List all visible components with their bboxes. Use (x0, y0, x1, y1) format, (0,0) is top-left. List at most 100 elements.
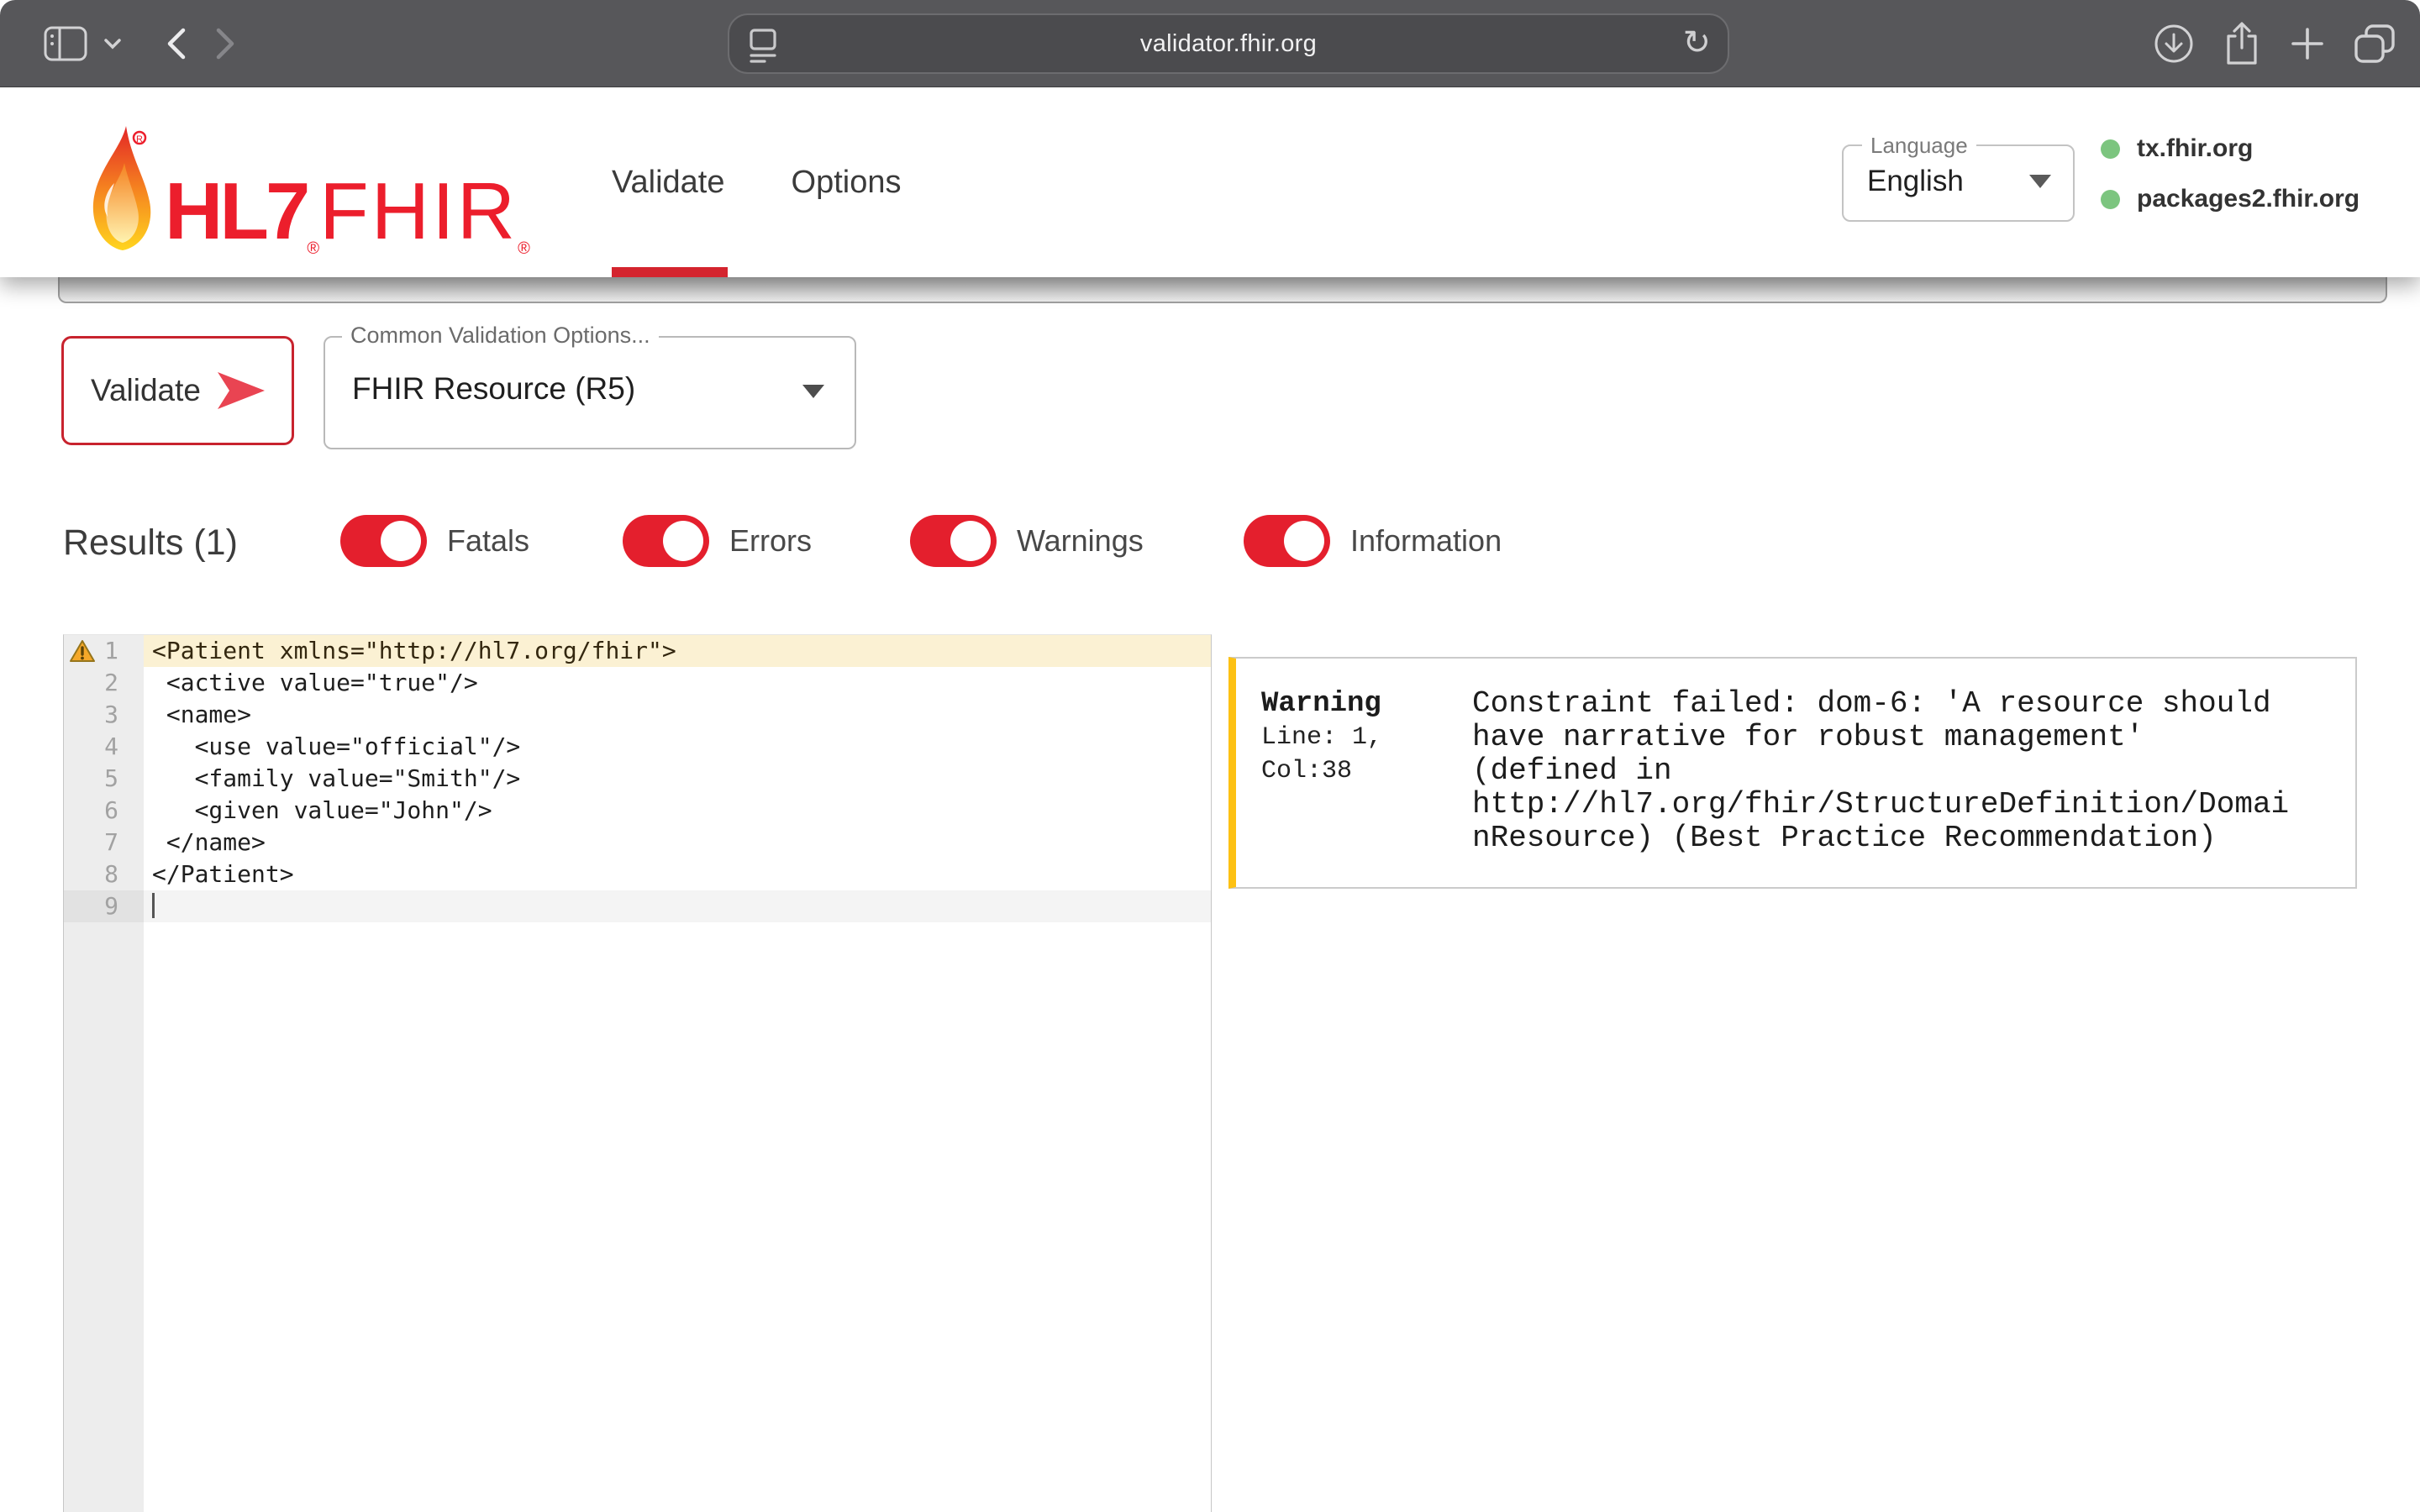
code-text: </name> (144, 827, 1211, 858)
tab-validate[interactable]: Validate (612, 165, 725, 201)
code-line-9[interactable]: 9 (64, 890, 1211, 922)
language-select[interactable]: Language English (1842, 144, 2075, 222)
code-line-4[interactable]: 4 <use value="official"/> (64, 731, 1211, 763)
warning-line-location: Line: 1, (1261, 721, 1472, 754)
line-number: 6 (64, 795, 144, 827)
server-status-row: tx.fhir.org (2101, 134, 2360, 163)
line-number: 2 (64, 667, 144, 699)
line-number: 7 (64, 827, 144, 858)
line-number: 4 (64, 731, 144, 763)
code-text: <use value="official"/> (144, 731, 1211, 763)
code-line-6[interactable]: 6 <given value="John"/> (64, 795, 1211, 827)
code-line-7[interactable]: 7 </name> (64, 827, 1211, 858)
code-text: <Patient xmlns="http://hl7.org/fhir"> (144, 635, 1211, 667)
validate-arrow-icon (218, 372, 265, 409)
svg-text:R: R (136, 134, 143, 144)
status-dot-icon (2101, 190, 2120, 209)
hl7-fhir-logo: R HL7®FHIR® (89, 124, 530, 252)
toggle-warnings[interactable] (910, 515, 997, 567)
reload-icon[interactable]: ↻ (1682, 24, 1711, 62)
toggle-group-information: Information (1244, 504, 1502, 567)
sidebar-icon[interactable] (44, 26, 87, 61)
text-cursor (152, 893, 155, 918)
logo-fhir-text: FHIR (319, 171, 518, 252)
forward-icon[interactable] (215, 27, 237, 60)
address-bar[interactable]: validator.fhir.org ↻ (728, 13, 1729, 74)
line-number: 8 (64, 858, 144, 890)
validation-warning-card: Warning Line: 1, Col:38 Constraint faile… (1228, 657, 2357, 889)
validate-button-label: Validate (91, 373, 201, 408)
share-icon[interactable] (2222, 21, 2262, 66)
line-number: 1 (64, 635, 144, 667)
active-tab-underline (612, 267, 728, 277)
language-value: English (1867, 165, 1964, 198)
code-text: <given value="John"/> (144, 795, 1211, 827)
validation-options-select[interactable]: Common Validation Options... FHIR Resour… (324, 336, 856, 449)
new-tab-icon[interactable] (2289, 25, 2326, 62)
warning-message: Constraint failed: dom-6: 'A resource sh… (1472, 687, 2296, 887)
server-status-list: tx.fhir.org packages2.fhir.org (2101, 134, 2360, 213)
toggle-information[interactable] (1244, 515, 1330, 567)
line-number: 3 (64, 699, 144, 731)
server-label: tx.fhir.org (2137, 134, 2253, 163)
code-line-2[interactable]: 2 <active value="true"/> (64, 667, 1211, 699)
server-label: packages2.fhir.org (2137, 185, 2360, 213)
logo-registered-mark: ® (518, 240, 530, 257)
code-line-8[interactable]: 8</Patient> (64, 858, 1211, 890)
warning-col-location: Col:38 (1261, 754, 1472, 788)
toggle-fatals[interactable] (340, 515, 427, 567)
code-text: <family value="Smith"/> (144, 763, 1211, 795)
page: validator.fhir.org ↻ (0, 0, 2420, 1512)
toggle-knob (950, 521, 991, 561)
language-legend: Language (1862, 133, 1976, 159)
code-text: <name> (144, 699, 1211, 731)
chevron-down-icon[interactable] (104, 38, 121, 50)
warning-severity-label: Warning (1261, 687, 1472, 721)
main-nav: Validate Options (612, 87, 901, 277)
code-editor[interactable]: 1<Patient xmlns="http://hl7.org/fhir">2 … (63, 634, 1212, 1512)
toggle-label: Fatals (447, 523, 529, 559)
back-icon[interactable] (165, 27, 187, 60)
toggle-label: Errors (729, 523, 812, 559)
tab-options[interactable]: Options (792, 165, 902, 201)
warning-triangle-icon (69, 639, 96, 664)
validate-button[interactable]: Validate (61, 336, 294, 445)
results-title: Results (1) (63, 522, 238, 564)
code-line-5[interactable]: 5 <family value="Smith"/> (64, 763, 1211, 795)
toggle-knob (1284, 521, 1324, 561)
toggle-group-fatals: Fatals (340, 504, 529, 567)
reader-icon[interactable] (748, 27, 778, 64)
logo-hl7-text: HL7 (165, 171, 307, 252)
toggle-label: Warnings (1017, 523, 1144, 559)
caret-down-icon (802, 385, 824, 398)
server-status-row: packages2.fhir.org (2101, 185, 2360, 213)
logo-registered-mark: ® (307, 240, 319, 257)
status-dot-icon (2101, 139, 2120, 159)
flame-icon: R (89, 124, 156, 252)
site-header: R HL7®FHIR® ValidateOptions Language Eng… (0, 87, 2420, 277)
download-icon[interactable] (2153, 23, 2195, 65)
warning-meta: Warning Line: 1, Col:38 (1261, 687, 1472, 887)
toggle-label: Information (1350, 523, 1502, 559)
line-number: 5 (64, 763, 144, 795)
code-text: <active value="true"/> (144, 667, 1211, 699)
toggle-knob (381, 521, 421, 561)
editor-lines: 1<Patient xmlns="http://hl7.org/fhir">2 … (64, 635, 1211, 922)
code-text (144, 890, 1211, 922)
browser-toolbar: validator.fhir.org ↻ (0, 0, 2420, 87)
line-number: 9 (64, 890, 144, 922)
resource-input-bottom-edge[interactable] (58, 277, 2387, 303)
code-line-1[interactable]: 1<Patient xmlns="http://hl7.org/fhir"> (64, 635, 1211, 667)
url-text: validator.fhir.org (1140, 30, 1317, 58)
toggle-errors[interactable] (623, 515, 709, 567)
toggle-group-warnings: Warnings (910, 504, 1144, 567)
code-line-3[interactable]: 3 <name> (64, 699, 1211, 731)
code-text: </Patient> (144, 858, 1211, 890)
toggle-group-errors: Errors (623, 504, 812, 567)
results-row: Results (1) Fatals Errors Warnings Informat… (0, 504, 2420, 588)
resource-select-value: FHIR Resource (R5) (352, 371, 635, 407)
caret-down-icon (2029, 175, 2051, 188)
toggle-knob (663, 521, 703, 561)
validation-options-legend: Common Validation Options... (342, 323, 659, 349)
tab-overview-icon[interactable] (2353, 23, 2396, 65)
